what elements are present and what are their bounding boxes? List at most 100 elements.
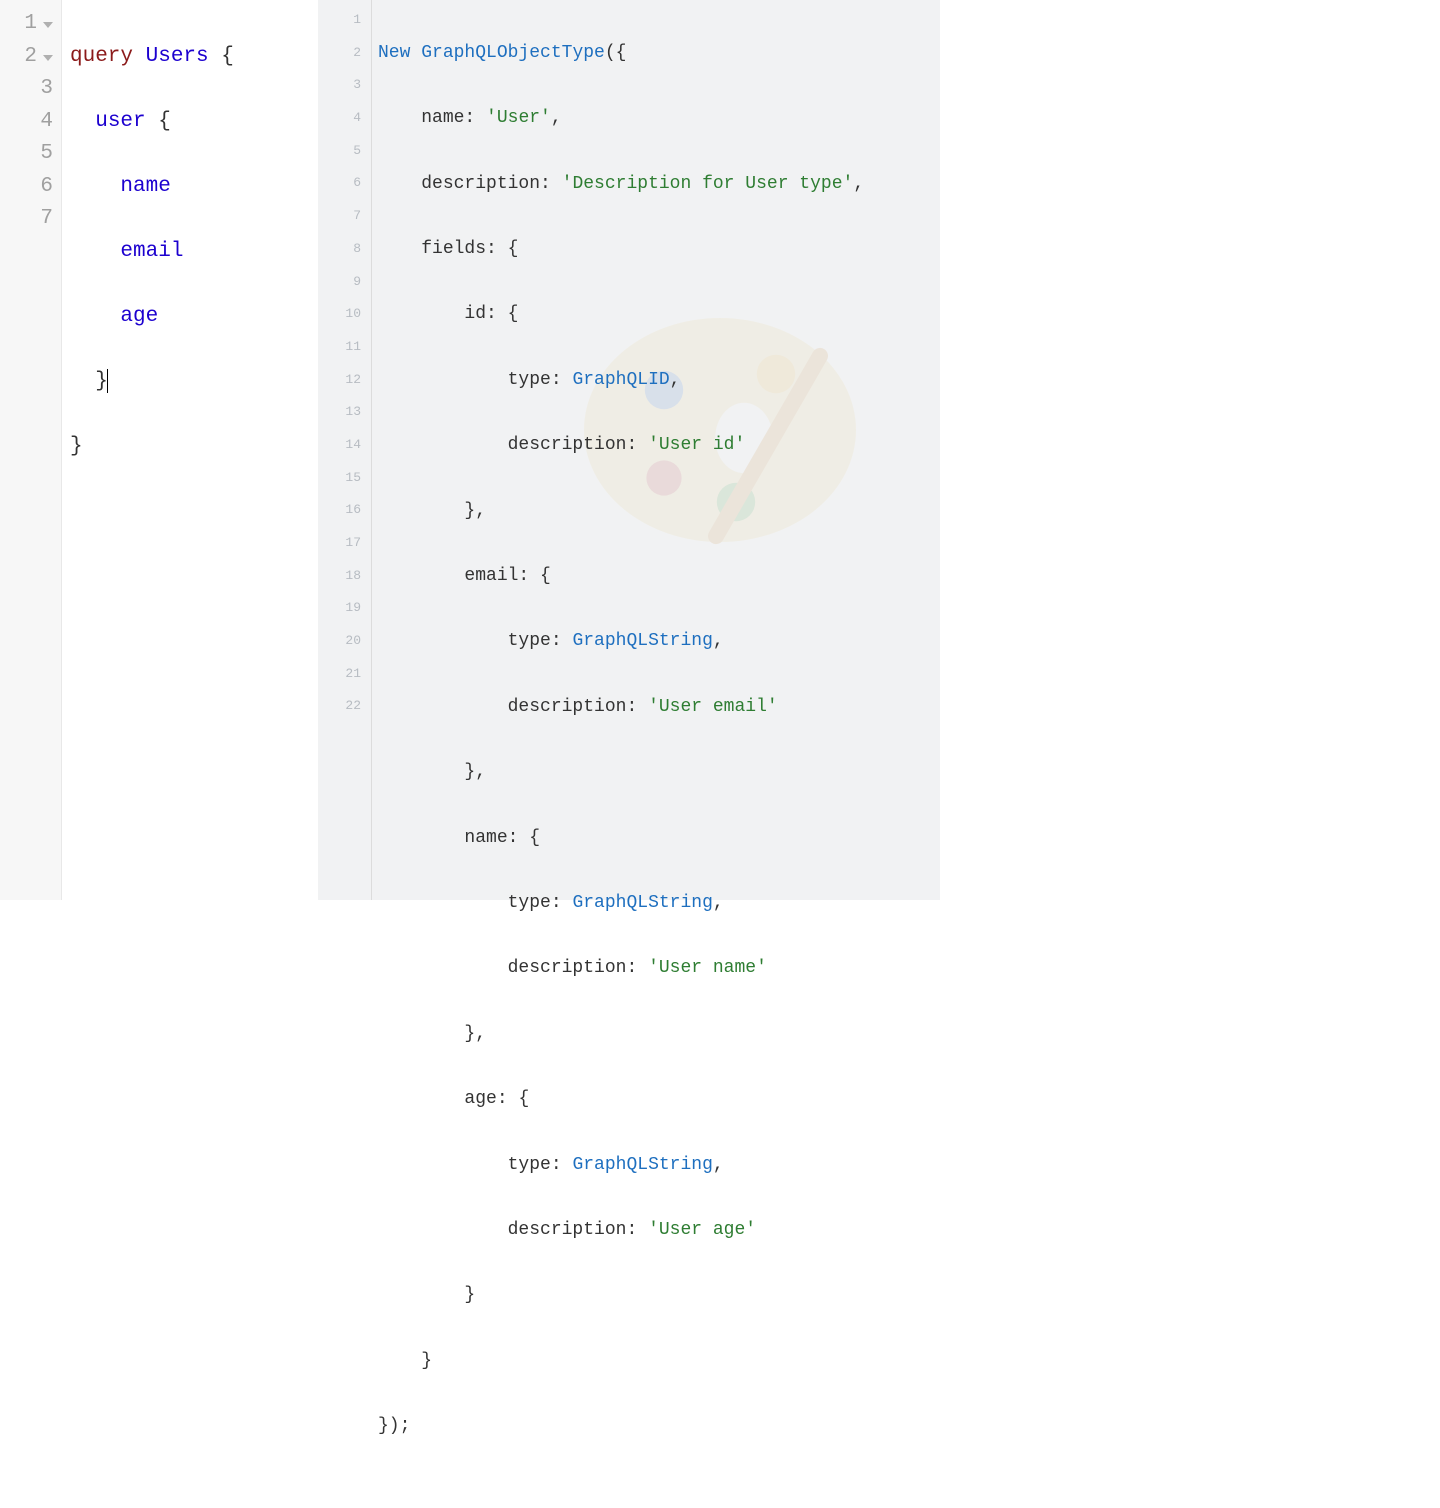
code-line: id: { bbox=[378, 298, 930, 331]
comma: , bbox=[670, 370, 681, 390]
left-line-gutter: 1 2 3 4 5 6 7 bbox=[0, 0, 62, 900]
left-code-area[interactable]: query Users { user { name email age } } bbox=[62, 0, 318, 900]
string-literal: 'User age' bbox=[648, 1220, 756, 1240]
line-number: 19 bbox=[318, 592, 361, 625]
brace-close: } bbox=[421, 1351, 432, 1371]
line-number: 4 bbox=[40, 106, 53, 139]
line-number: 17 bbox=[318, 527, 361, 560]
prop-description: description: bbox=[421, 174, 551, 194]
line-number: 10 bbox=[318, 298, 361, 331]
line-number: 14 bbox=[318, 429, 361, 462]
code-line: type: GraphQLString, bbox=[378, 887, 930, 920]
line-number: 3 bbox=[318, 69, 361, 102]
prop-name: name: bbox=[421, 108, 475, 128]
operation-name: Users bbox=[146, 45, 209, 68]
line-number: 11 bbox=[318, 331, 361, 364]
line-number: 6 bbox=[40, 171, 53, 204]
code-line[interactable]: name bbox=[70, 171, 318, 204]
prop-description: description: bbox=[508, 958, 638, 978]
line-number: 8 bbox=[318, 233, 361, 266]
code-line: }, bbox=[378, 1018, 930, 1051]
code-line: description: 'Description for User type'… bbox=[378, 168, 930, 201]
prop-fields: fields: bbox=[421, 239, 497, 259]
code-line: description: 'User name' bbox=[378, 952, 930, 985]
line-number: 20 bbox=[318, 625, 361, 658]
code-line: email: { bbox=[378, 560, 930, 593]
code-line[interactable]: email bbox=[70, 236, 318, 269]
field-name: name bbox=[120, 175, 170, 198]
prop-type: type: bbox=[508, 893, 562, 913]
line-number: 5 bbox=[40, 138, 53, 171]
string-literal: 'Description for User type' bbox=[562, 174, 854, 194]
string-literal: 'User email' bbox=[648, 697, 778, 717]
line-number: 16 bbox=[318, 494, 361, 527]
code-line[interactable]: user { bbox=[70, 106, 318, 139]
code-line[interactable]: age bbox=[70, 301, 318, 334]
fold-arrow-icon[interactable] bbox=[43, 22, 53, 28]
string-literal: 'User name' bbox=[648, 958, 767, 978]
line-number: 12 bbox=[318, 364, 361, 397]
keyword-new: New bbox=[378, 43, 410, 63]
code-line[interactable]: } bbox=[70, 431, 318, 464]
code-line[interactable]: } bbox=[70, 366, 318, 399]
prop-type: type: bbox=[508, 631, 562, 651]
graphql-query-editor[interactable]: 1 2 3 4 5 6 7 query Users { user { name … bbox=[0, 0, 318, 900]
code-line: name: { bbox=[378, 822, 930, 855]
line-number: 9 bbox=[318, 266, 361, 299]
code-line: fields: { bbox=[378, 233, 930, 266]
code-line: name: 'User', bbox=[378, 102, 930, 135]
comma: , bbox=[713, 631, 724, 651]
type-graphqlobjecttype: GraphQLObjectType bbox=[421, 43, 605, 63]
brace-open: { bbox=[146, 110, 171, 133]
paren-brace-open: ({ bbox=[605, 43, 627, 63]
fold-arrow-icon[interactable] bbox=[43, 55, 53, 61]
field-age: age bbox=[120, 305, 158, 328]
line-number: 4 bbox=[318, 102, 361, 135]
line-number: 7 bbox=[318, 200, 361, 233]
line-number: 3 bbox=[40, 73, 53, 106]
code-line: type: GraphQLString, bbox=[378, 625, 930, 658]
code-line: description: 'User email' bbox=[378, 691, 930, 724]
code-line: age: { bbox=[378, 1083, 930, 1116]
prop-email: email: bbox=[464, 566, 529, 586]
line-number: 5 bbox=[318, 135, 361, 168]
brace-close: } bbox=[70, 435, 83, 458]
type-graphqlstring: GraphQLString bbox=[572, 631, 712, 651]
prop-age: age: bbox=[464, 1089, 507, 1109]
code-line: }, bbox=[378, 756, 930, 789]
keyword-query: query bbox=[70, 45, 133, 68]
brace-close-comma: }, bbox=[464, 762, 486, 782]
code-line: }, bbox=[378, 495, 930, 528]
brace-open: { bbox=[508, 1089, 530, 1109]
code-line: type: GraphQLString, bbox=[378, 1149, 930, 1182]
code-line: New GraphQLObjectType({ bbox=[378, 37, 930, 70]
code-line: description: 'User id' bbox=[378, 429, 930, 462]
line-number: 22 bbox=[318, 690, 361, 723]
right-line-gutter: 1 2 3 4 5 6 7 8 9 10 11 12 13 14 15 16 1… bbox=[318, 0, 372, 900]
brace-open: { bbox=[497, 239, 519, 259]
line-number: 6 bbox=[318, 167, 361, 200]
brace-close-comma: }, bbox=[464, 501, 486, 521]
prop-description: description: bbox=[508, 1220, 638, 1240]
code-line: } bbox=[378, 1345, 930, 1378]
comma: , bbox=[853, 174, 864, 194]
close-all: }); bbox=[378, 1416, 410, 1436]
string-literal: 'User' bbox=[486, 108, 551, 128]
prop-type: type: bbox=[508, 1155, 562, 1175]
brace-open: { bbox=[209, 45, 234, 68]
code-line: description: 'User age' bbox=[378, 1214, 930, 1247]
prop-id: id: bbox=[464, 304, 496, 324]
schema-code-viewer: 1 2 3 4 5 6 7 8 9 10 11 12 13 14 15 16 1… bbox=[318, 0, 940, 900]
comma: , bbox=[551, 108, 562, 128]
prop-name: name: bbox=[464, 828, 518, 848]
code-line: type: GraphQLID, bbox=[378, 364, 930, 397]
field-user: user bbox=[95, 110, 145, 133]
line-number: 18 bbox=[318, 560, 361, 593]
line-number: 21 bbox=[318, 658, 361, 691]
line-number: 2 bbox=[24, 41, 37, 74]
code-line[interactable]: query Users { bbox=[70, 41, 318, 74]
line-number: 2 bbox=[318, 37, 361, 70]
type-graphqlstring: GraphQLString bbox=[572, 893, 712, 913]
prop-type: type: bbox=[508, 370, 562, 390]
line-number: 1 bbox=[318, 4, 361, 37]
